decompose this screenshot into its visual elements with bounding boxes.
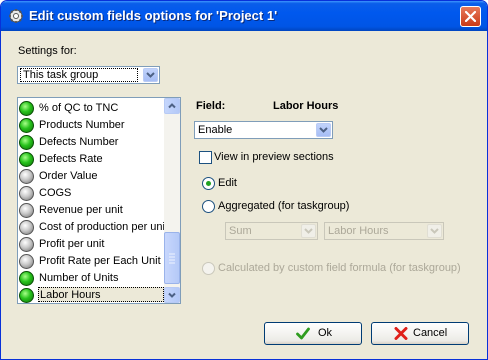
status-grey-icon <box>19 169 34 184</box>
dropdown-arrow-button[interactable] <box>143 68 158 82</box>
status-green-icon <box>19 101 34 116</box>
scroll-up-button[interactable] <box>164 98 180 114</box>
window-title: Edit custom fields options for 'Project … <box>29 8 278 23</box>
aggregate-field-value: Labor Hours <box>328 225 389 237</box>
close-icon <box>465 11 476 22</box>
dialog-window: Edit custom fields options for 'Project … <box>0 0 488 360</box>
edit-radio[interactable] <box>202 177 215 190</box>
list-item-label: Order Value <box>39 170 98 182</box>
list-item[interactable]: Profit Rate per Each Unit Sold <box>18 253 180 270</box>
list-item[interactable]: COGS <box>18 185 166 202</box>
cancel-button[interactable]: Cancel <box>371 322 469 345</box>
custom-fields-list[interactable]: % of QC to TNC Products Number Defects Num… <box>17 97 181 304</box>
list-item[interactable]: Number of Units <box>18 270 166 287</box>
view-in-preview-checkbox[interactable] <box>199 151 212 164</box>
title-bar[interactable]: Edit custom fields options for 'Project … <box>1 1 487 31</box>
checkmark-icon <box>296 327 310 340</box>
status-grey-icon <box>19 254 34 269</box>
list-item-label: % of QC to TNC <box>39 102 119 114</box>
list-item-label: Cost of production per unit <box>39 221 169 233</box>
list-item[interactable]: Labor Hours <box>18 287 166 303</box>
dropdown-arrow-button[interactable] <box>301 224 316 238</box>
status-green-icon <box>19 288 34 303</box>
enable-value: Enable <box>198 124 233 136</box>
chevron-down-icon <box>168 292 176 298</box>
chevron-down-icon <box>146 72 155 78</box>
list-item[interactable]: Products Number <box>18 117 166 134</box>
field-label: Field: <box>196 100 226 112</box>
chevron-down-icon <box>430 228 439 234</box>
list-item-label: Revenue per unit <box>39 204 123 216</box>
status-green-icon <box>19 271 34 286</box>
settings-for-label: Settings for: <box>18 45 77 57</box>
status-green-icon <box>19 135 34 150</box>
chevron-up-icon <box>168 103 176 109</box>
list-item-label: Defects Rate <box>39 153 103 165</box>
status-grey-icon <box>19 203 34 218</box>
settings-for-select[interactable]: This task group <box>17 66 160 84</box>
enable-select[interactable]: Enable <box>194 121 333 139</box>
dropdown-arrow-button[interactable] <box>316 123 331 137</box>
list-item[interactable]: Profit per unit <box>18 236 166 253</box>
list-item-label: Profit per unit <box>39 238 105 250</box>
cancel-x-icon <box>394 327 408 340</box>
list-item[interactable]: Revenue per unit <box>18 202 166 219</box>
gear-icon <box>9 9 23 23</box>
status-green-icon <box>19 152 34 167</box>
list-item-label: COGS <box>39 187 72 199</box>
calculated-radio-label: Calculated by custom field formula (for … <box>218 262 461 274</box>
list-item-label: Products Number <box>39 119 125 131</box>
ok-button-label: Ok <box>318 327 333 339</box>
cancel-button-label: Cancel <box>413 327 448 339</box>
calculated-radio[interactable] <box>202 262 215 275</box>
status-grey-icon <box>19 186 34 201</box>
grip-icon <box>169 253 175 264</box>
settings-for-value: This task group <box>20 68 138 82</box>
aggregated-radio-label: Aggregated (for taskgroup) <box>218 200 350 212</box>
dropdown-arrow-button[interactable] <box>427 224 442 238</box>
aggregate-function-select[interactable]: Sum <box>225 222 318 240</box>
list-item-label: Number of Units <box>39 272 119 284</box>
list-item-label: Labor Hours <box>38 287 164 302</box>
list-item-label: Defects Number <box>39 136 119 148</box>
status-grey-icon <box>19 237 34 252</box>
chevron-down-icon <box>304 228 313 234</box>
list-item[interactable]: % of QC to TNC <box>18 100 166 117</box>
scroll-down-button[interactable] <box>164 287 180 303</box>
list-item[interactable]: Cost of production per unit <box>18 219 169 236</box>
close-button[interactable] <box>460 6 481 27</box>
list-item[interactable]: Defects Number <box>18 134 166 151</box>
list-item[interactable]: Order Value <box>18 168 166 185</box>
field-name: Labor Hours <box>273 100 339 112</box>
edit-radio-label: Edit <box>218 177 237 189</box>
aggregate-function-value: Sum <box>229 225 252 237</box>
view-in-preview-label: View in preview sections <box>214 151 334 163</box>
aggregate-field-select[interactable]: Labor Hours <box>324 222 444 240</box>
ok-button[interactable]: Ok <box>264 322 362 345</box>
scroll-thumb[interactable] <box>164 232 180 284</box>
status-grey-icon <box>19 220 34 235</box>
status-green-icon <box>19 118 34 133</box>
list-item[interactable]: Defects Rate <box>18 151 166 168</box>
list-item-label: Profit Rate per Each Unit Sold <box>39 255 181 267</box>
aggregated-radio[interactable] <box>202 200 215 213</box>
chevron-down-icon <box>319 127 328 133</box>
list-scrollbar[interactable] <box>164 98 180 303</box>
